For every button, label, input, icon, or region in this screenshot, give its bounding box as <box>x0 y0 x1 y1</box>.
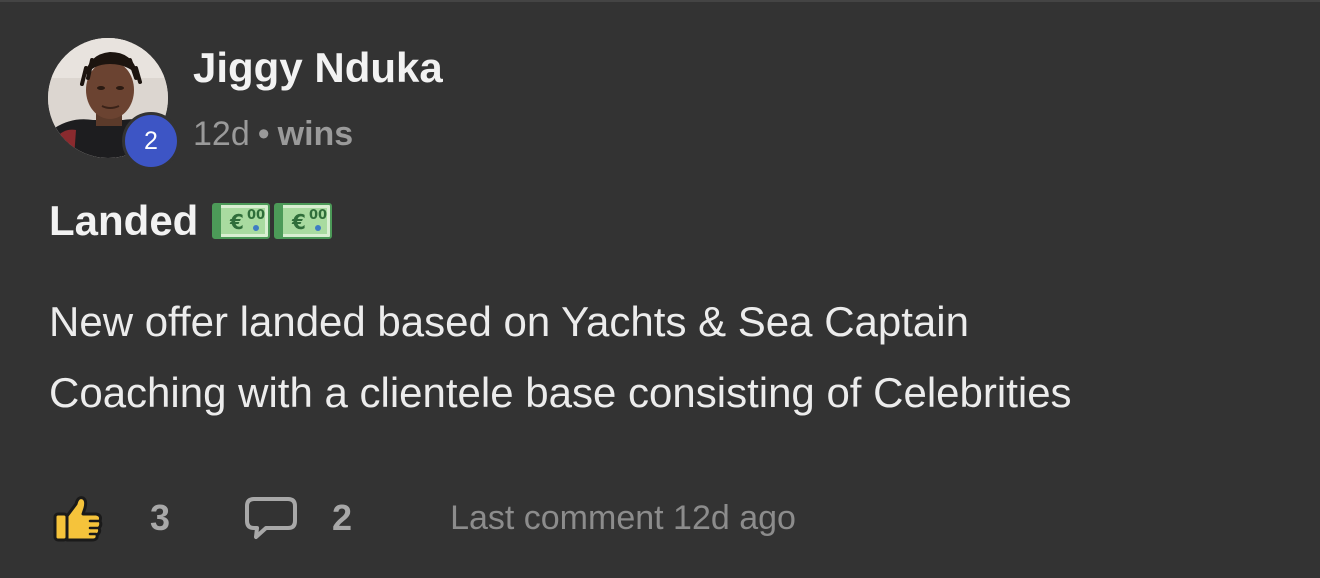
svg-text:€: € <box>229 210 244 234</box>
last-comment-text[interactable]: Last comment 12d ago <box>450 499 796 538</box>
author-avatar-wrapper[interactable]: 2 <box>48 38 180 172</box>
post-card[interactable]: 2 Jiggy Nduka 12d • wins Landed € 00 € 00 <box>0 0 1320 578</box>
thumbs-up-icon[interactable] <box>52 494 104 542</box>
post-footer: 3 2 Last comment 12d ago <box>52 490 796 546</box>
meta-separator: • <box>257 115 270 153</box>
svg-text:€: € <box>291 210 306 234</box>
money-with-wings-euro-icon: € 00 <box>212 203 271 239</box>
post-meta: 12d • wins <box>193 112 353 156</box>
author-name[interactable]: Jiggy Nduka <box>193 42 443 94</box>
comment-bubble-icon[interactable] <box>244 495 298 541</box>
post-title[interactable]: Landed € 00 € 00 <box>49 193 333 249</box>
post-body[interactable]: New offer landed based on Yachts & Sea C… <box>49 286 1289 428</box>
comment-count: 2 <box>332 497 353 538</box>
svg-text:00: 00 <box>309 208 327 223</box>
post-age: 12d <box>193 115 250 153</box>
post-title-text: Landed <box>49 197 199 244</box>
level-badge: 2 <box>122 112 180 170</box>
money-with-wings-euro-icon: € 00 <box>274 203 333 239</box>
title-emoji-group: € 00 € 00 <box>212 201 333 241</box>
post-category[interactable]: wins <box>278 115 354 153</box>
like-count: 3 <box>150 497 171 538</box>
like-button[interactable]: 3 <box>52 494 170 542</box>
svg-text:00: 00 <box>247 208 265 223</box>
post-body-line: New offer landed based on Yachts & Sea C… <box>49 298 969 345</box>
post-body-line: Coaching with a clientele base consistin… <box>49 369 1072 416</box>
comment-button[interactable]: 2 <box>244 495 352 541</box>
